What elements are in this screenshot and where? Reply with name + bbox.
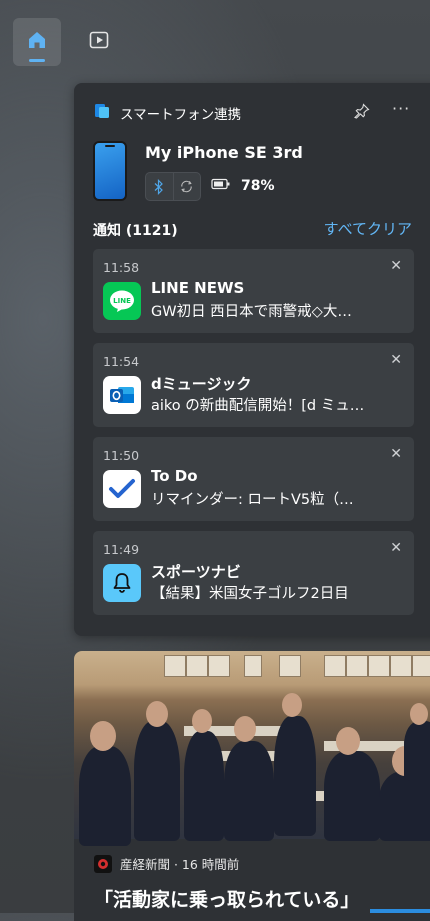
battery-percent: 78% <box>241 178 275 194</box>
active-indicator <box>29 59 45 62</box>
widget-header: スマートフォン連携 <box>94 103 241 123</box>
phone-link-widget: スマートフォン連携 ··· My iPhone SE 3rd 78% 通知 (1… <box>74 83 430 636</box>
notification-app: dミュージック <box>151 375 252 393</box>
sync-icon <box>181 180 192 193</box>
pin-icon[interactable] <box>353 103 370 123</box>
bell-icon <box>103 564 141 602</box>
widget-title: スマートフォン連携 <box>120 107 242 123</box>
notification-app: LINE NEWS <box>151 279 245 297</box>
line-icon: LINE <box>103 282 141 320</box>
svg-text:LINE: LINE <box>113 297 131 305</box>
close-icon[interactable]: ✕ <box>390 258 402 274</box>
notification-body: aiko の新曲配信開始！[d ミュ… <box>151 398 365 414</box>
notification-card[interactable]: 11:54 ✕ dミュージック aiko の新曲配信開始！[d ミュ… <box>93 343 414 427</box>
notification-time: 11:54 <box>103 354 140 369</box>
sync-button[interactable] <box>174 173 201 200</box>
notification-time: 11:58 <box>103 260 140 275</box>
notification-card[interactable]: 11:58 ✕ LINE LINE NEWS GW初日 西日本で雨警戒◇大… <box>93 249 414 333</box>
news-photo <box>74 651 430 846</box>
notification-body: 【結果】米国女子ゴルフ2日目 <box>151 586 349 602</box>
notification-card[interactable]: 11:50 ✕ To Do リマインダー: ロートV5粒（… <box>93 437 414 521</box>
scroll-indicator <box>370 909 430 913</box>
close-icon[interactable]: ✕ <box>390 446 402 462</box>
news-headline[interactable]: 「活動家に乗っ取られている」 <box>94 885 359 912</box>
news-source-text: 産経新聞 · 16 時間前 <box>120 857 240 872</box>
play-icon <box>88 29 110 55</box>
phone-image <box>93 141 127 201</box>
notification-app: スポーツナビ <box>151 563 241 581</box>
home-tab[interactable] <box>13 18 61 66</box>
todo-icon <box>103 470 141 508</box>
device-controls <box>145 172 201 201</box>
close-icon[interactable]: ✕ <box>390 540 402 556</box>
notification-app: To Do <box>151 467 198 485</box>
notification-body: GW初日 西日本で雨警戒◇大… <box>151 304 352 320</box>
more-options-icon[interactable]: ··· <box>392 99 410 118</box>
outlook-icon <box>103 376 141 414</box>
phone-link-app-icon <box>94 103 110 123</box>
notification-card[interactable]: 11:49 ✕ スポーツナビ 【結果】米国女子ゴルフ2日目 <box>93 531 414 615</box>
video-tab[interactable] <box>75 18 123 66</box>
battery-status: 78% <box>211 178 275 194</box>
notification-time: 11:50 <box>103 448 140 463</box>
notifications-label: 通知 <box>93 223 121 239</box>
news-source: 産経新聞 · 16 時間前 <box>94 854 239 873</box>
news-card[interactable]: 産経新聞 · 16 時間前 「活動家に乗っ取られている」 <box>74 651 430 921</box>
notifications-count: (1121) <box>125 223 178 239</box>
home-icon <box>26 29 48 55</box>
top-nav <box>13 18 123 66</box>
battery-icon <box>211 178 231 194</box>
bluetooth-button[interactable] <box>146 173 174 200</box>
sankei-logo-icon <box>94 854 112 873</box>
notification-body: リマインダー: ロートV5粒（… <box>151 492 354 508</box>
bluetooth-icon <box>154 178 164 195</box>
notification-time: 11:49 <box>103 542 140 557</box>
clear-all-link[interactable]: すべてクリア <box>324 218 412 239</box>
device-name: My iPhone SE 3rd <box>145 143 303 162</box>
close-icon[interactable]: ✕ <box>390 352 402 368</box>
notifications-header: 通知 (1121) <box>93 220 178 240</box>
